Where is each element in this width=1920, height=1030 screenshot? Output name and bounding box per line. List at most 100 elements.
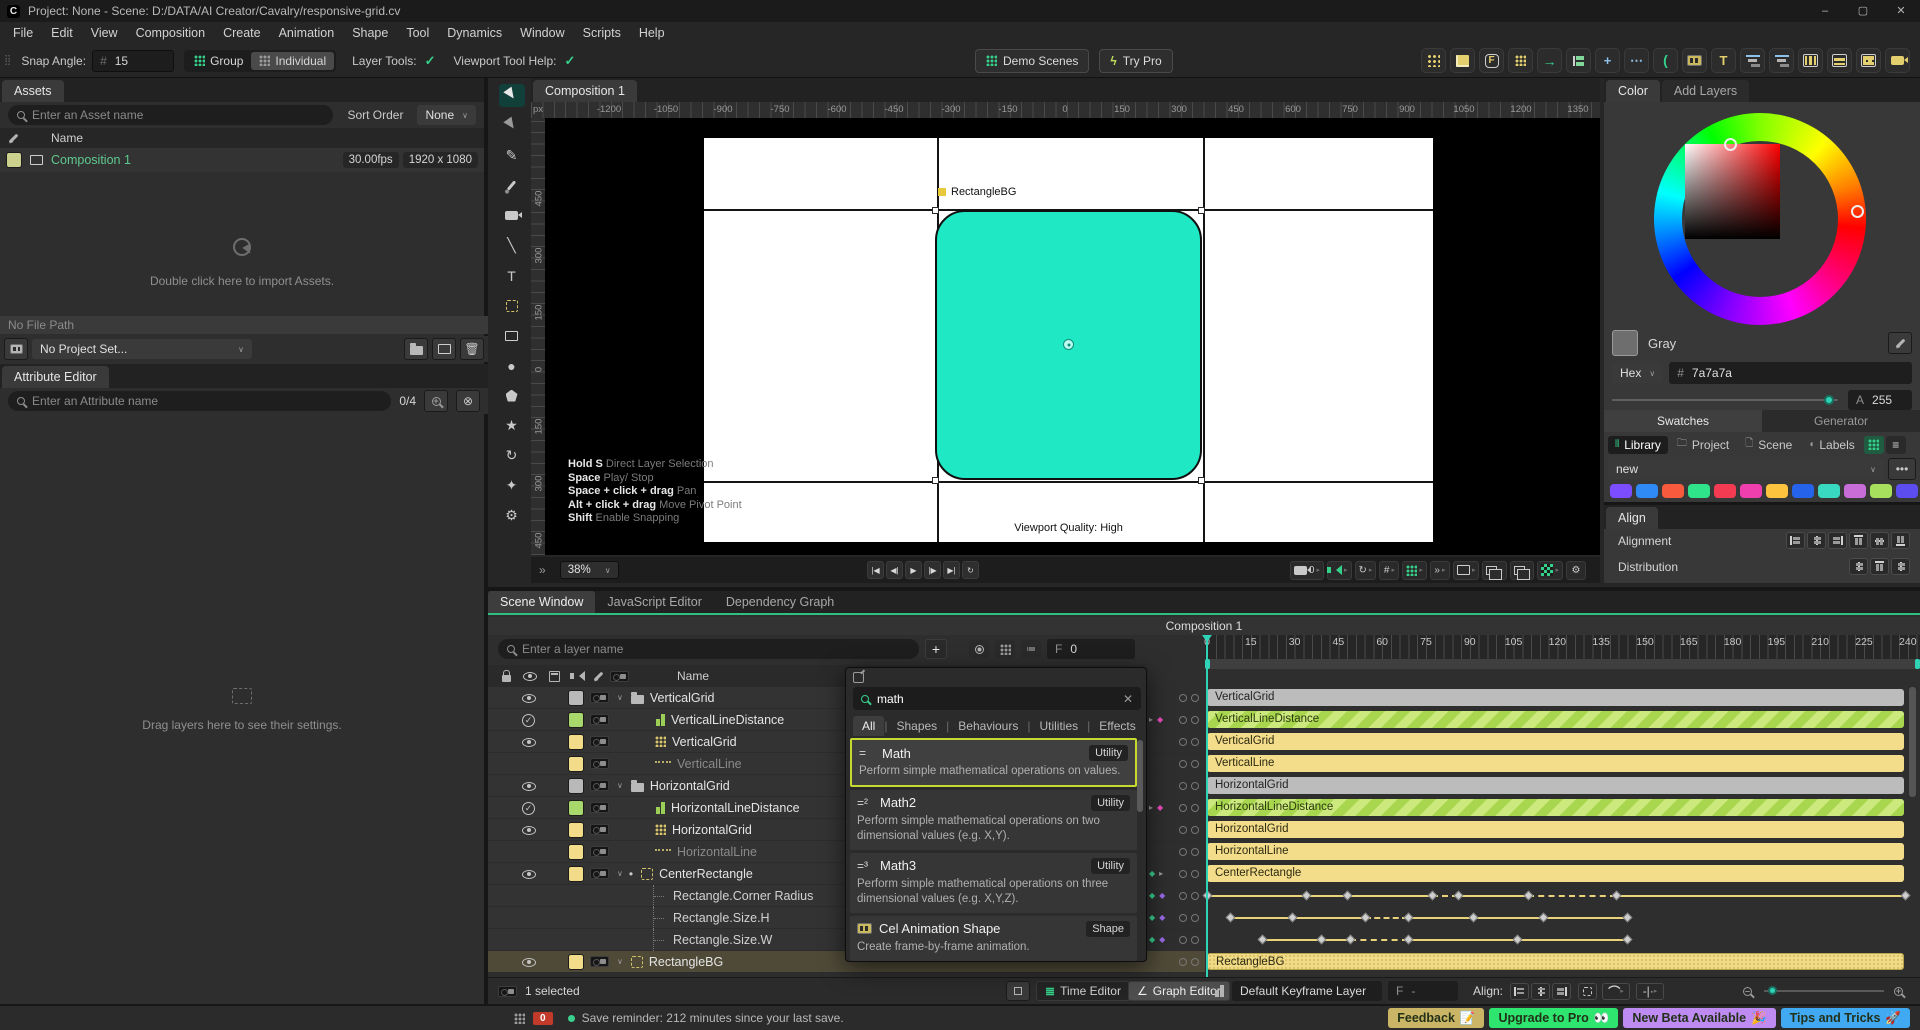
align-b-button[interactable]: [1891, 532, 1910, 549]
layer-toggle-icon[interactable]: [590, 846, 609, 857]
source-labels[interactable]: ◖ Labels: [1801, 436, 1861, 454]
project-select[interactable]: No Project Set... ∨: [32, 339, 252, 359]
tab-scene-window[interactable]: Scene Window: [488, 591, 596, 613]
keyframe-marker-icon[interactable]: ◆: [1159, 891, 1165, 900]
toggle-ring-icon[interactable]: [1179, 935, 1187, 944]
toggle-ring-icon[interactable]: [1191, 781, 1199, 790]
popup-tab-behaviours[interactable]: Behaviours: [949, 716, 1027, 736]
eye-icon[interactable]: [522, 693, 536, 703]
align-c-button[interactable]: [1807, 532, 1826, 549]
keyframe[interactable]: [1404, 934, 1414, 945]
track-row[interactable]: [1202, 885, 1920, 907]
toggle-ring-icon[interactable]: [1191, 825, 1199, 834]
track-row[interactable]: HorizontalGrid: [1205, 819, 1920, 841]
track-bar-rectanglebg[interactable]: RectangleBG: [1207, 953, 1904, 970]
tool-text[interactable]: T: [499, 264, 525, 287]
toolbar-ellipsis-dots-button[interactable]: ⋯: [1624, 48, 1649, 73]
color-chip[interactable]: [1766, 484, 1788, 498]
alpha-knob[interactable]: [1824, 395, 1834, 405]
chevron-down-icon[interactable]: ∨: [617, 869, 623, 878]
tab-generator[interactable]: Generator: [1762, 410, 1920, 432]
sort-order-select[interactable]: None ∨: [417, 105, 476, 125]
distribute-v-button[interactable]: [1870, 558, 1889, 575]
try-pro-button[interactable]: ϟ Try Pro: [1099, 48, 1173, 73]
toggle-ring-icon[interactable]: [1179, 737, 1187, 746]
tool-select[interactable]: [498, 84, 525, 107]
layer-toggle-icon[interactable]: [590, 956, 609, 967]
color-chip[interactable]: [1896, 484, 1918, 498]
toolbar-stagger-a-button[interactable]: [1740, 48, 1765, 73]
zoom-out-icon[interactable]: –: [1743, 986, 1752, 996]
color-chip[interactable]: [1662, 484, 1684, 498]
visibility-cell[interactable]: ✓: [522, 800, 540, 815]
play-marker-icon[interactable]: ▸: [1149, 715, 1153, 724]
tool-frame[interactable]: [499, 294, 525, 317]
tool-direct-select[interactable]: [499, 114, 525, 137]
visibility-cell[interactable]: [522, 735, 540, 749]
chevrons-button[interactable]: » ▸: [1429, 560, 1450, 580]
keyframe-align-l-button[interactable]: [1510, 982, 1529, 1000]
tab-color[interactable]: Color: [1606, 80, 1660, 102]
current-color-swatch[interactable]: [1612, 330, 1638, 356]
keyframe[interactable]: [1468, 912, 1479, 923]
menu-tool[interactable]: Tool: [397, 22, 438, 44]
play-marker-icon[interactable]: ▸: [1159, 869, 1163, 878]
saturation-value-square[interactable]: [1685, 144, 1780, 239]
tab-swatches[interactable]: Swatches: [1604, 410, 1762, 432]
layer-toggle-icon[interactable]: [590, 780, 609, 791]
toggle-ring-icon[interactable]: [1191, 737, 1199, 746]
menu-scripts[interactable]: Scripts: [574, 22, 630, 44]
keyframe-marker-icon[interactable]: ◆: [1149, 891, 1155, 900]
tool-pen[interactable]: ✎: [499, 144, 525, 167]
timeline-zoom-knob[interactable]: [1768, 986, 1777, 995]
individual-button[interactable]: Individual: [251, 51, 335, 70]
source-scene[interactable]: 🗋 Scene: [1738, 434, 1799, 455]
toolbar-arc-button[interactable]: (: [1653, 48, 1678, 73]
demo-scenes-button[interactable]: Demo Scenes: [975, 48, 1090, 73]
layer-color-swatch[interactable]: [568, 799, 584, 816]
asset-row[interactable]: Composition 1 30.00fps 1920 x 1080: [0, 148, 484, 172]
layer-toggle-icon[interactable]: [590, 802, 609, 813]
tool-brush[interactable]: [499, 174, 525, 197]
keyframe-layer-select[interactable]: Default Keyframe Layer: [1232, 981, 1382, 1001]
popout-icon[interactable]: [853, 672, 864, 683]
toggle-ring-icon[interactable]: [1191, 715, 1199, 724]
layer-toggle-icon[interactable]: [590, 868, 609, 879]
ease-curve-button[interactable]: ⌒ ▸: [1602, 982, 1630, 1000]
keyframe[interactable]: [1512, 934, 1522, 945]
tab-javascript-editor[interactable]: JavaScript Editor: [595, 591, 713, 613]
playhead[interactable]: [1202, 635, 1212, 977]
timeline-ruler[interactable]: 0153045607590105120135150165180195210225…: [1204, 635, 1920, 659]
color-chip[interactable]: [1870, 484, 1892, 498]
menu-view[interactable]: View: [82, 22, 127, 44]
pivot-point[interactable]: [1063, 339, 1074, 350]
result-math3[interactable]: =³ Math3 Utility Perform simple mathematica…: [850, 852, 1137, 913]
toggle-ring-icon[interactable]: [1179, 759, 1187, 768]
keyframe[interactable]: [1258, 934, 1268, 945]
project-list-icon[interactable]: [4, 338, 28, 360]
toggle-ring-icon[interactable]: [1191, 693, 1199, 702]
duplicate-button[interactable]: ▸: [1509, 560, 1535, 580]
toolbar-align-bars-button[interactable]: [1566, 48, 1591, 73]
track-row[interactable]: VerticalLine: [1205, 753, 1920, 775]
tool-polygon[interactable]: [499, 384, 525, 407]
color-chip[interactable]: [1844, 484, 1866, 498]
layer-toggle-icon[interactable]: [590, 758, 609, 769]
audio-icon[interactable]: [570, 671, 585, 681]
toolbar-camera-button[interactable]: [1885, 48, 1910, 73]
result-math[interactable]: = Math Utility Perform simple mathematical …: [850, 738, 1137, 787]
keyframe[interactable]: [1360, 912, 1371, 923]
track-bar-horizontalgrid[interactable]: HorizontalGrid: [1207, 777, 1904, 794]
toggle-ring-icon[interactable]: [1179, 913, 1187, 922]
selection-handle[interactable]: [932, 207, 939, 214]
snap-angle-field[interactable]: # 15: [92, 49, 175, 72]
keyframe[interactable]: [1301, 890, 1312, 901]
add-layer-button[interactable]: +: [925, 639, 947, 659]
popup-tab-all[interactable]: All: [853, 715, 885, 736]
range-end-handle[interactable]: [1915, 659, 1920, 669]
alpha-field[interactable]: A 255: [1848, 390, 1912, 410]
tab-assets[interactable]: Assets: [2, 80, 64, 102]
keyframe[interactable]: [1523, 890, 1534, 901]
track-bar-verticalgrid[interactable]: VerticalGrid: [1207, 733, 1904, 750]
go-to-end-button[interactable]: ▶|: [943, 561, 960, 579]
